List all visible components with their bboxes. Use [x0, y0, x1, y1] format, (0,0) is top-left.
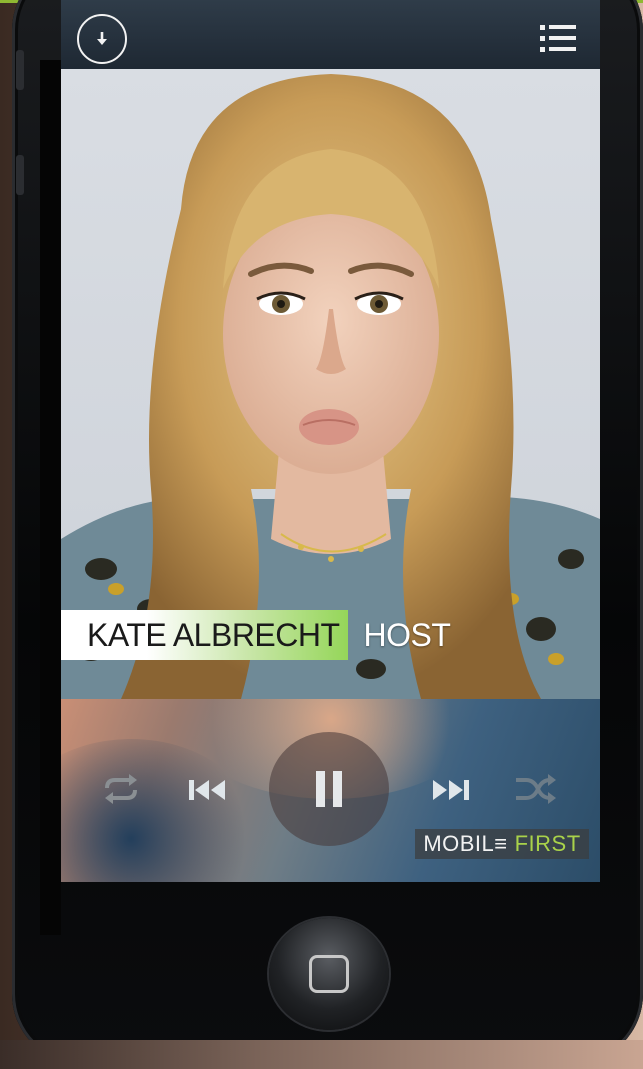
- next-icon: [433, 780, 469, 800]
- host-name: KATE ALBRECHT: [61, 610, 348, 660]
- download-button[interactable]: [77, 14, 127, 64]
- host-portrait-photo: KATE ALBRECHT HOST: [61, 69, 600, 699]
- phone-screen: KATE ALBRECHT HOST MOBIL≡ FIRST: [61, 0, 600, 882]
- brand-word-mobile: MOBIL≡: [423, 831, 508, 856]
- portrait-illustration: [61, 74, 600, 699]
- repeat-button[interactable]: [99, 769, 143, 809]
- previous-button[interactable]: [185, 773, 229, 807]
- pause-icon: [316, 771, 342, 807]
- brand-word-first: FIRST: [514, 831, 581, 856]
- host-role: HOST: [363, 616, 451, 653]
- shuffle-icon: [516, 774, 556, 804]
- mobile-first-logo: MOBIL≡ FIRST: [415, 829, 589, 859]
- previous-icon: [189, 780, 225, 800]
- volume-up-button: [16, 50, 24, 90]
- host-name-banner: KATE ALBRECHT HOST: [61, 610, 451, 660]
- shuffle-button[interactable]: [513, 769, 559, 809]
- top-nav-bar: [61, 0, 600, 69]
- list-menu-icon: [540, 25, 576, 52]
- bottom-background-edge: [0, 1040, 643, 1069]
- list-menu-button[interactable]: [540, 24, 578, 54]
- download-arrow-icon: [97, 32, 107, 45]
- home-square-icon: [309, 955, 349, 993]
- repeat-icon: [105, 774, 137, 804]
- home-button[interactable]: [269, 918, 389, 1030]
- next-button[interactable]: [429, 773, 473, 807]
- pause-button[interactable]: [269, 732, 389, 846]
- player-controls: MOBIL≡ FIRST: [61, 699, 600, 882]
- left-bezel-strip: [40, 60, 61, 935]
- volume-down-button: [16, 155, 24, 195]
